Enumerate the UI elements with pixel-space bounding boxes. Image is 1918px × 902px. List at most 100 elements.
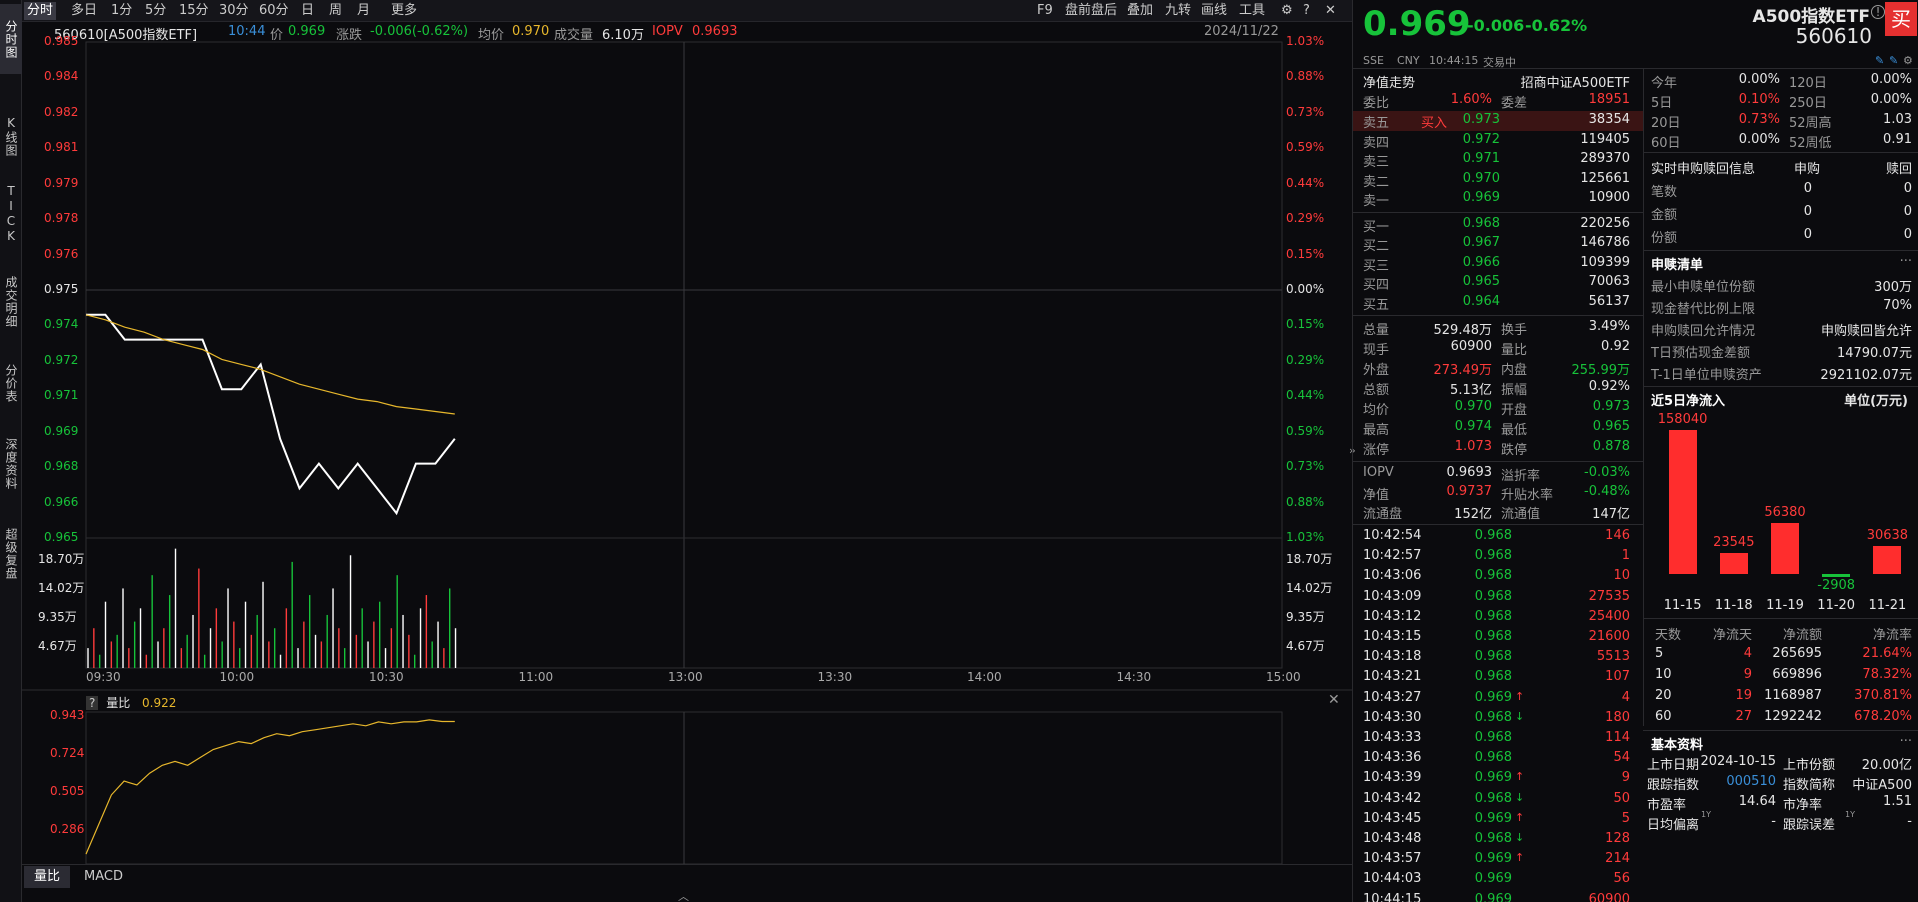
panel-value: 0.970	[1454, 399, 1492, 414]
panel-value: 4	[1743, 646, 1752, 661]
panel-text: 指数简称	[1783, 778, 1836, 793]
tick-price: 0.968	[1474, 709, 1512, 725]
panel-text: 内盘	[1501, 363, 1528, 378]
panel-value: -	[1907, 814, 1912, 829]
tick-time: 10:42:57	[1363, 548, 1422, 564]
sub-indicator-label: 量比	[106, 696, 131, 710]
tick-volume: 54	[1613, 750, 1630, 766]
bid-level: 买五	[1363, 297, 1390, 313]
book-divider	[1353, 211, 1643, 213]
tick-time: 10:43:57	[1363, 851, 1422, 867]
bottom-tab-1[interactable]: MACD	[74, 866, 133, 888]
tick-time: 10:43:09	[1363, 588, 1422, 604]
panel-value: 5.13亿	[1450, 383, 1492, 398]
quote-time: 10:44:15	[1429, 54, 1479, 67]
panel-value: 0	[1903, 204, 1912, 219]
left-tab-5[interactable]: 深度资料	[0, 422, 22, 506]
bottom-tab-0[interactable]: 量比	[24, 866, 71, 888]
ask-price: 0.972	[1462, 131, 1500, 147]
panel-text: 金额	[1651, 208, 1678, 223]
panel-value: 净流率	[1872, 628, 1912, 643]
currency-tag: CNY	[1397, 54, 1420, 67]
left-tab-6[interactable]: 超级复盘	[0, 514, 22, 594]
settings-icon[interactable]: ⚙	[1903, 54, 1913, 67]
left-tabs: 分时图 K线图 TICK 成交明细分价表深度资料超级复盘	[0, 0, 22, 902]
arrow-down-icon: ↓	[1515, 790, 1525, 804]
panel-value: 0	[1803, 227, 1812, 242]
panel-text: 量比	[1501, 343, 1528, 358]
netflow-title: 近5日净流入	[1651, 394, 1726, 409]
tick-time: 10:43:18	[1363, 649, 1422, 665]
panel-text: 5日	[1651, 96, 1673, 111]
panel-value: 78.32%	[1862, 667, 1912, 682]
panel-value: 300万	[1874, 280, 1912, 295]
one-year-sup: 1Y	[1845, 810, 1855, 819]
panel-value: 370.81%	[1854, 688, 1912, 703]
netflow-bar-label: 23545	[1713, 534, 1755, 550]
panel-text: 上市份额	[1783, 758, 1836, 773]
intraday-chart[interactable]	[22, 0, 1352, 902]
buy-button[interactable]: 买	[1885, 2, 1917, 36]
tick-volume: 5513	[1596, 649, 1630, 665]
panel-value: 255.99万	[1571, 363, 1631, 378]
panel-text: 20日	[1651, 116, 1681, 131]
left-tab-3[interactable]: 成交明细	[0, 262, 22, 342]
draw-icon[interactable]: ✎	[1889, 54, 1898, 67]
big-price: 0.969	[1363, 4, 1471, 44]
tick-volume: 5	[1621, 810, 1630, 826]
panel-value: 1.51	[1883, 794, 1912, 809]
panel-text: 市净率	[1783, 798, 1823, 813]
left-tab-2[interactable]: TICK	[0, 174, 22, 254]
expand-up-icon[interactable]: ︿	[678, 888, 689, 902]
creation-divider	[1643, 250, 1918, 251]
panel-value: 27	[1735, 709, 1752, 724]
panel-value: 0.73%	[1738, 112, 1780, 127]
tick-price: 0.969	[1474, 871, 1512, 887]
panel-text: 60	[1655, 709, 1672, 724]
panel-text: 上市日期	[1647, 758, 1700, 773]
ask-level: 卖一	[1363, 194, 1390, 209]
panel-value: -0.03%	[1584, 465, 1630, 480]
panel-text: 市盈率	[1647, 798, 1687, 813]
panel-text: IOPV	[1363, 465, 1394, 480]
info-icon[interactable]: !	[1871, 5, 1885, 19]
quote-panel: 0.969 -0.006 -0.62% A500指数ETF! 买 560610 SSE CNY…	[1352, 0, 1918, 902]
nav-trend-label[interactable]: 净值走势	[1363, 72, 1415, 91]
help-icon[interactable]: ?	[86, 696, 99, 710]
panel-value: 申购赎回皆允许	[1820, 324, 1912, 339]
left-tab-1[interactable]: K线图	[0, 104, 22, 168]
market-tag: SSE	[1363, 54, 1384, 67]
netflow-bar	[1771, 522, 1799, 574]
close-icon[interactable]: ✕	[1328, 692, 1340, 708]
ask-level: 卖三	[1363, 155, 1390, 170]
ask-volume: 38354	[1588, 112, 1630, 127]
panel-value: 1292242	[1764, 709, 1822, 724]
panel-text: 涨停	[1363, 443, 1390, 458]
netflow-bar	[1668, 430, 1697, 574]
tick-time: 10:43:06	[1363, 568, 1422, 584]
panel-value: 0.91	[1883, 132, 1912, 147]
tick-volume: 146	[1605, 528, 1630, 543]
panel-value: 152亿	[1454, 507, 1492, 522]
netflow-bar-label: 56380	[1764, 504, 1806, 520]
panel-text: 份额	[1651, 231, 1678, 246]
panel-value: 21.64%	[1862, 646, 1912, 661]
buy-in-tag[interactable]: 买入	[1421, 112, 1447, 131]
edit-icon[interactable]: ✎	[1875, 54, 1884, 67]
panel-value: 0.973	[1592, 399, 1630, 414]
panel-value: 0.00%	[1870, 72, 1912, 87]
price-lines	[85, 313, 456, 516]
left-tab-4[interactable]: 分价表	[0, 352, 22, 414]
tick-price: 0.968	[1474, 528, 1512, 543]
netflow-date: 11-19	[1766, 598, 1804, 613]
bid-volume: 146786	[1580, 235, 1630, 250]
panel-value: 14790.07元	[1836, 346, 1912, 361]
left-tab-0[interactable]: 分时图	[0, 4, 22, 74]
arrow-up-icon: ↑	[1515, 770, 1525, 784]
netflow-bar	[1873, 546, 1902, 574]
panel-text: 现金替代比例上限	[1651, 302, 1756, 317]
panel-value: 1.03	[1883, 112, 1912, 127]
panel-text: 跌停	[1501, 443, 1528, 458]
ask-level: 卖二	[1363, 174, 1390, 190]
column-divider	[1643, 68, 1644, 726]
